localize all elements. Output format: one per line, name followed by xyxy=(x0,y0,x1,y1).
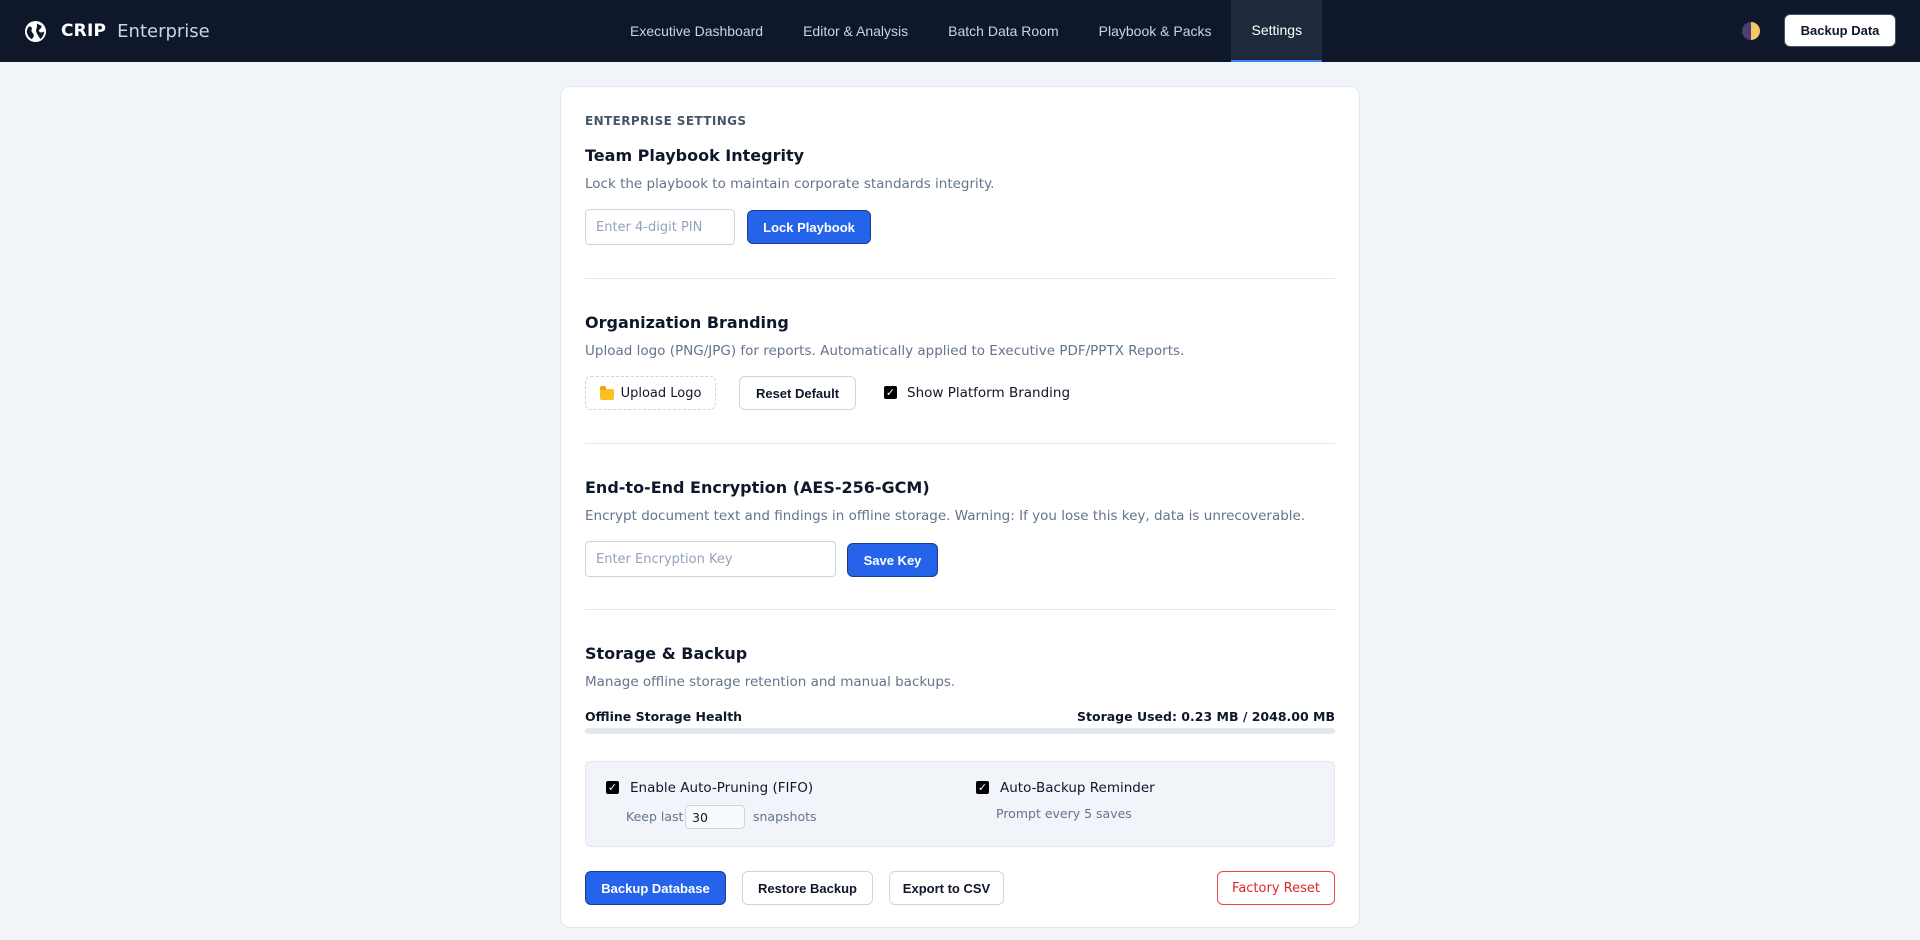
auto-backup-label: Auto-Backup Reminder xyxy=(1000,780,1155,796)
nav-settings[interactable]: Settings xyxy=(1231,0,1323,62)
upload-logo-label: Upload Logo xyxy=(620,385,702,401)
branding-title: Organization Branding xyxy=(585,313,789,332)
encryption-description: Encrypt document text and findings in of… xyxy=(585,508,1306,524)
keep-last-label: Keep last xyxy=(626,809,684,824)
save-key-button[interactable]: Save Key xyxy=(847,543,938,577)
auto-pruning-label: Enable Auto-Pruning (FIFO) xyxy=(630,780,814,796)
storage-progress-bar xyxy=(585,728,1335,734)
snapshot-count-input[interactable] xyxy=(685,805,745,829)
divider xyxy=(585,609,1335,610)
prompt-label: Prompt every 5 saves xyxy=(996,806,1132,821)
export-csv-button[interactable]: Export to CSV xyxy=(889,871,1004,905)
encryption-title: End-to-End Encryption (AES-256-GCM) xyxy=(585,478,930,497)
nav-batch-data-room[interactable]: Batch Data Room xyxy=(928,0,1079,62)
backup-data-button[interactable]: Backup Data xyxy=(1784,14,1896,47)
divider xyxy=(585,443,1335,444)
auto-pruning-checkbox[interactable]: ✓ xyxy=(606,781,619,794)
settings-eyebrow: ENTERPRISE SETTINGS xyxy=(585,114,747,128)
storage-used-label: Storage Used: 0.23 MB / 2048.00 MB xyxy=(1077,709,1335,724)
snapshots-label: snapshots xyxy=(753,809,817,824)
restore-backup-button[interactable]: Restore Backup xyxy=(742,871,873,905)
storage-description: Manage offline storage retention and man… xyxy=(585,674,956,690)
playbook-title: Team Playbook Integrity xyxy=(585,146,805,165)
backup-database-button[interactable]: Backup Database xyxy=(585,871,726,905)
brand-subtitle: Enterprise xyxy=(117,20,210,42)
folder-icon xyxy=(599,385,614,400)
nav-editor-analysis[interactable]: Editor & Analysis xyxy=(783,0,928,62)
factory-reset-button[interactable]: Factory Reset xyxy=(1217,871,1335,905)
upload-logo-button[interactable]: Upload Logo xyxy=(585,376,716,410)
reset-default-button[interactable]: Reset Default xyxy=(739,376,856,410)
nav-playbook-packs[interactable]: Playbook & Packs xyxy=(1079,0,1232,62)
brand[interactable]: CRIP Enterprise xyxy=(24,0,210,62)
pin-input[interactable] xyxy=(585,209,735,245)
show-branding-checkbox[interactable]: ✓ xyxy=(884,386,897,399)
theme-toggle-icon[interactable] xyxy=(1742,22,1760,40)
storage-options-panel: ✓ Enable Auto-Pruning (FIFO) Keep last s… xyxy=(585,761,1335,847)
storage-health-label: Offline Storage Health xyxy=(585,709,743,724)
globe-icon xyxy=(24,20,47,42)
main-nav: Executive Dashboard Editor & Analysis Ba… xyxy=(610,0,1323,62)
auto-backup-checkbox[interactable]: ✓ xyxy=(976,781,989,794)
encryption-key-input[interactable] xyxy=(585,541,836,577)
brand-name: CRIP xyxy=(61,21,107,41)
storage-title: Storage & Backup xyxy=(585,644,748,663)
show-branding-label: Show Platform Branding xyxy=(907,385,1071,401)
nav-executive-dashboard[interactable]: Executive Dashboard xyxy=(610,0,783,62)
lock-playbook-button[interactable]: Lock Playbook xyxy=(747,210,871,244)
settings-card: ENTERPRISE SETTINGS Team Playbook Integr… xyxy=(560,86,1360,928)
playbook-description: Lock the playbook to maintain corporate … xyxy=(585,176,995,192)
branding-description: Upload logo (PNG/JPG) for reports. Autom… xyxy=(585,343,1185,359)
top-navbar: CRIP Enterprise Executive Dashboard Edit… xyxy=(0,0,1920,62)
divider xyxy=(585,278,1335,279)
